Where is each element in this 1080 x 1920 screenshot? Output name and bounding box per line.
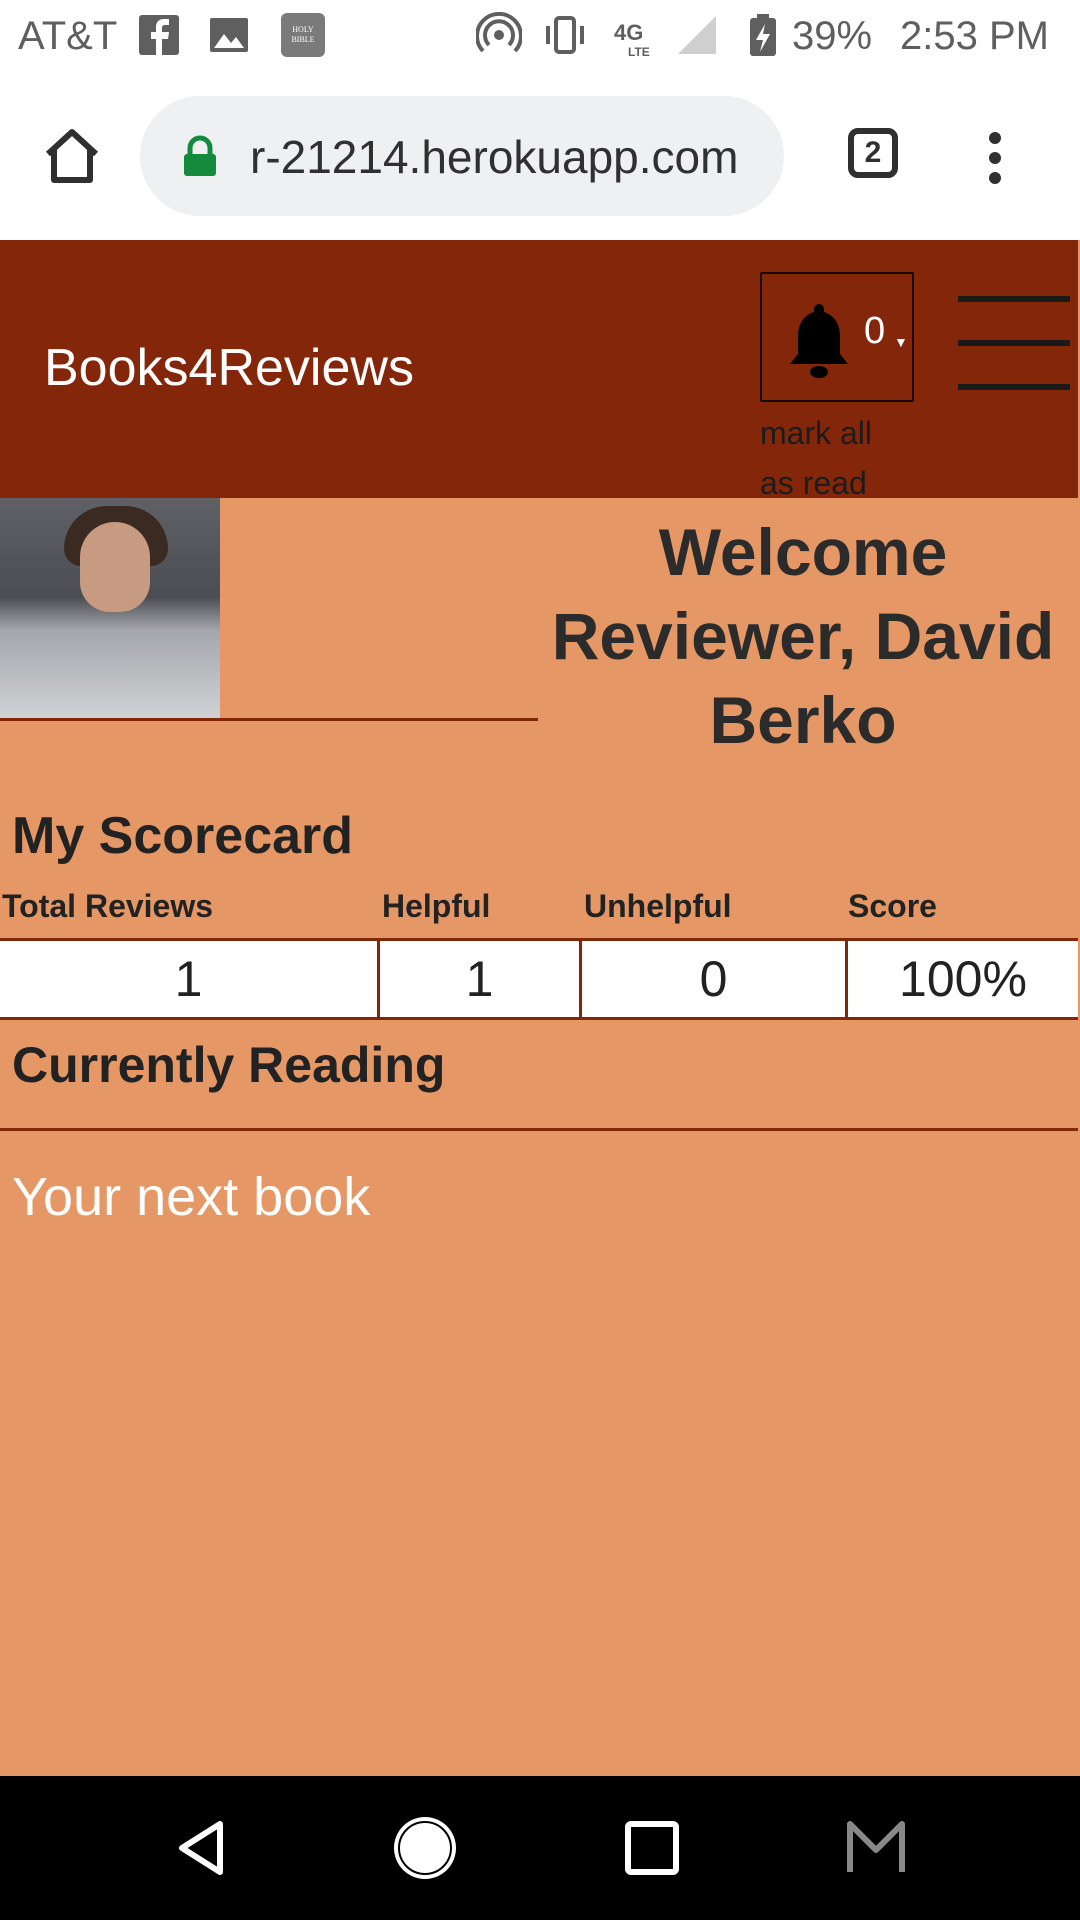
battery-charging-icon bbox=[750, 14, 776, 56]
caret-down-icon: ▼ bbox=[894, 334, 908, 350]
notifications-dropdown-button[interactable]: 0 ▼ bbox=[760, 272, 914, 402]
bell-icon bbox=[790, 304, 848, 378]
mark-all-read-link[interactable]: mark all as read bbox=[760, 408, 900, 508]
hamburger-menu-button[interactable] bbox=[958, 296, 1070, 396]
signal-icon bbox=[678, 16, 716, 54]
system-navigation-bar bbox=[0, 1776, 1080, 1920]
lock-icon bbox=[184, 135, 216, 176]
home-icon[interactable] bbox=[40, 124, 104, 188]
address-bar[interactable]: r-21214.herokuapp.com bbox=[140, 96, 784, 216]
scorecard-row: 1 1 0 100% bbox=[0, 938, 1078, 1020]
clock: 2:53 PM bbox=[900, 14, 1049, 58]
bible-app-icon: HOLY BIBLE bbox=[281, 13, 325, 57]
welcome-heading: Welcome Reviewer, David Berko bbox=[551, 515, 1055, 757]
score-value: 100% bbox=[899, 951, 1027, 1007]
battery-percentage: 39% bbox=[792, 14, 873, 58]
next-book-link[interactable]: Your next book bbox=[12, 1166, 370, 1228]
hamburger-line bbox=[958, 296, 1070, 302]
vibrate-icon bbox=[546, 16, 584, 54]
status-bar: AT&T HOLY BIBLE 4G LTE 39% 2:53 PM bbox=[0, 0, 1080, 76]
scorecard-title: My Scorecard bbox=[12, 807, 354, 865]
brand-logo[interactable]: Books4Reviews bbox=[44, 338, 414, 398]
column-header-total-reviews: Total Reviews bbox=[2, 888, 214, 924]
column-header-helpful: Helpful bbox=[382, 888, 491, 924]
site-navbar: Books4Reviews 0 ▼ mark all as read bbox=[0, 240, 1080, 501]
column-header-unhelpful: Unhelpful bbox=[584, 888, 732, 924]
recent-apps-icon[interactable] bbox=[620, 1816, 684, 1880]
carrier-label: AT&T bbox=[18, 14, 118, 58]
hamburger-line bbox=[958, 340, 1070, 346]
svg-text:LTE: LTE bbox=[628, 45, 650, 58]
currently-reading-title: Currently Reading bbox=[12, 1037, 446, 1093]
svg-text:BIBLE: BIBLE bbox=[291, 35, 314, 44]
svg-text:HOLY: HOLY bbox=[292, 25, 314, 34]
profile-photo bbox=[0, 498, 220, 718]
browser-toolbar: r-21214.herokuapp.com 2 bbox=[0, 76, 1080, 240]
gmail-icon[interactable] bbox=[844, 1816, 908, 1880]
back-icon[interactable] bbox=[170, 1816, 234, 1880]
image-icon bbox=[210, 18, 248, 52]
hotspot-icon bbox=[476, 12, 522, 53]
hamburger-line bbox=[958, 384, 1070, 390]
avatar-face bbox=[80, 522, 150, 612]
total-reviews-value: 1 bbox=[0, 941, 380, 1017]
helpful-value: 1 bbox=[380, 941, 582, 1017]
network-4g-lte-icon: 4G LTE bbox=[614, 20, 650, 58]
overflow-menu-icon[interactable] bbox=[980, 130, 1010, 186]
profile-divider bbox=[0, 718, 538, 721]
column-header-score: Score bbox=[848, 888, 937, 924]
url-text: r-21214.herokuapp.com bbox=[250, 131, 739, 183]
unhelpful-value: 0 bbox=[582, 941, 848, 1017]
tab-switcher-button[interactable]: 2 bbox=[848, 128, 898, 178]
facebook-icon bbox=[139, 15, 179, 55]
notification-count: 0 bbox=[864, 310, 886, 352]
reading-divider bbox=[0, 1128, 1078, 1131]
home-circle-icon[interactable] bbox=[390, 1813, 460, 1883]
svg-text:4G: 4G bbox=[614, 20, 643, 45]
